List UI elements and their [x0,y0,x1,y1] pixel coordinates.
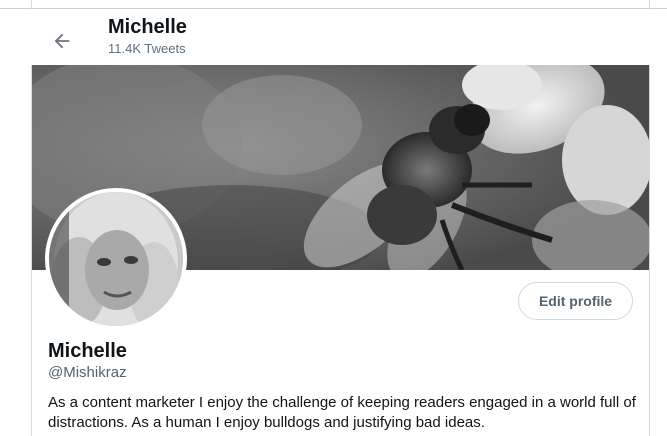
header-title: Michelle [108,16,187,38]
profile-header: Michelle 11.4K Tweets [0,9,667,65]
back-button[interactable] [44,23,80,59]
avatar[interactable] [45,188,187,330]
tweet-count: 11.4K Tweets [108,41,186,56]
arrow-left-icon [54,33,70,49]
user-handle: @Mishikraz [48,364,127,381]
edit-profile-button[interactable]: Edit profile [518,282,633,320]
bio-text: As a content marketer I enjoy the challe… [48,394,636,431]
profile-page: Michelle 11.4K Tweets Edit profile Miche… [0,0,667,436]
right-divider [649,0,650,436]
display-name: Michelle [48,340,127,362]
